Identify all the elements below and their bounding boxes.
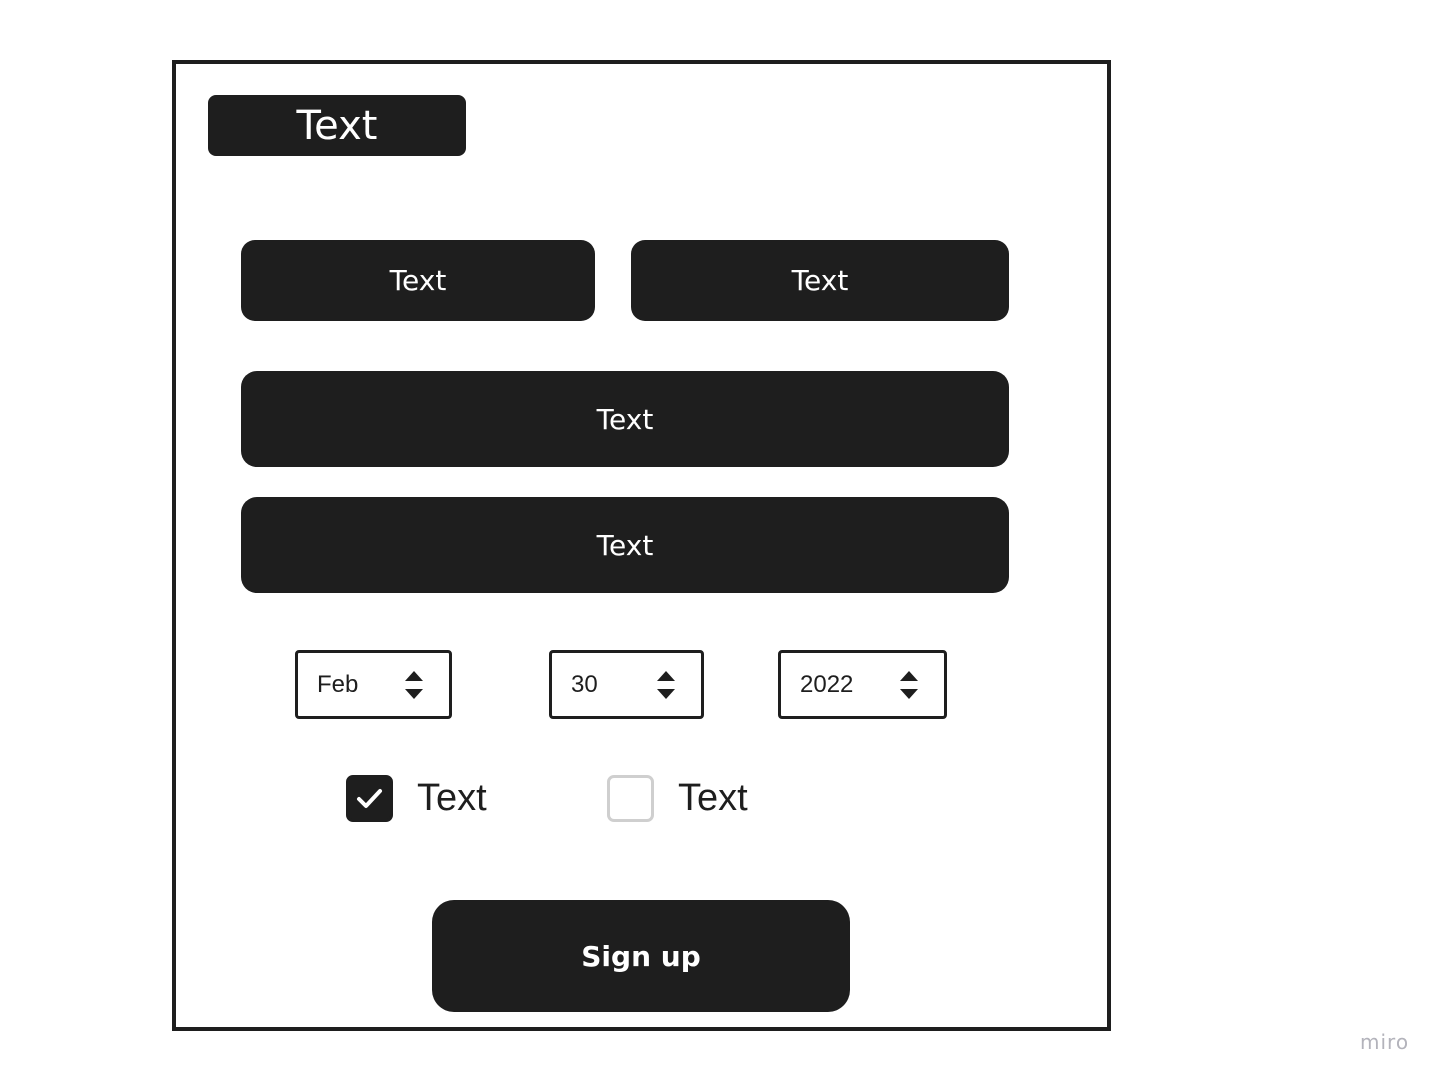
- checkbox-label-1: Text: [417, 777, 487, 819]
- form-title: Text: [208, 95, 466, 156]
- day-value: 30: [571, 670, 598, 698]
- up-down-chevron-icon[interactable]: [899, 670, 919, 700]
- year-value: 2022: [800, 670, 854, 698]
- option-button-right[interactable]: Text: [631, 240, 1009, 321]
- month-value: Feb: [317, 670, 359, 698]
- checkmark-icon: [357, 789, 382, 808]
- up-down-chevron-icon[interactable]: [404, 670, 424, 700]
- checkbox-label-2: Text: [678, 777, 748, 819]
- month-stepper[interactable]: Feb: [295, 650, 452, 719]
- checkbox-checked[interactable]: [346, 775, 393, 822]
- year-stepper[interactable]: 2022: [778, 650, 947, 719]
- day-stepper[interactable]: 30: [549, 650, 704, 719]
- wide-button-2[interactable]: Text: [241, 497, 1009, 593]
- option-button-left[interactable]: Text: [241, 240, 595, 321]
- miro-watermark: miro: [1360, 1030, 1410, 1054]
- wide-button-1[interactable]: Text: [241, 371, 1009, 467]
- sign-up-button[interactable]: Sign up: [432, 900, 850, 1012]
- checkbox-unchecked[interactable]: [607, 775, 654, 822]
- up-down-chevron-icon[interactable]: [656, 670, 676, 700]
